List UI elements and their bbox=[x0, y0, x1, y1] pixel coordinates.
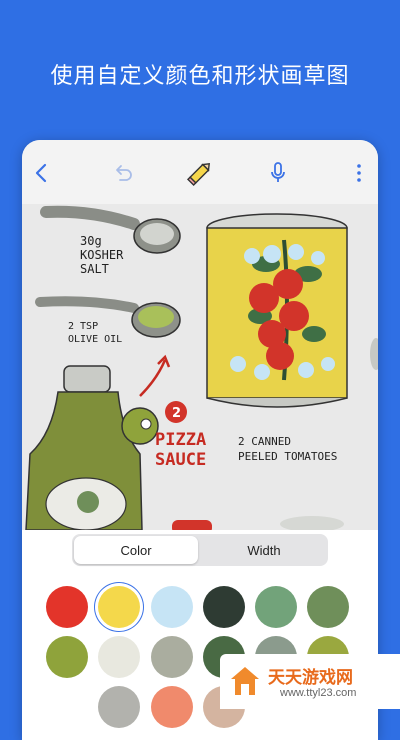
sketch-illustration: 2 bbox=[25, 205, 378, 530]
tab-color[interactable]: Color bbox=[74, 536, 198, 564]
canned-tomatoes-label: 2 CANNED PEELED TOMATOES bbox=[238, 435, 338, 463]
color-width-segmented-control: Color Width bbox=[72, 534, 328, 566]
undo-button[interactable] bbox=[108, 158, 138, 188]
tab-width[interactable]: Width bbox=[202, 536, 326, 564]
back-button[interactable] bbox=[26, 158, 56, 188]
color-swatch[interactable] bbox=[98, 586, 140, 628]
toolbar bbox=[22, 140, 378, 204]
color-swatch[interactable] bbox=[98, 636, 140, 678]
color-swatch[interactable] bbox=[98, 686, 140, 728]
color-swatch[interactable] bbox=[151, 636, 193, 678]
undo-icon bbox=[116, 165, 132, 181]
watermark-banner: 天天游戏网 www.ttyl23.com bbox=[220, 654, 400, 709]
color-swatch[interactable] bbox=[307, 586, 349, 628]
kosher-salt-label: 30g KOSHER SALT bbox=[80, 234, 124, 276]
pencil-icon bbox=[186, 163, 210, 187]
more-vertical-icon bbox=[357, 164, 361, 182]
microphone-button[interactable] bbox=[263, 158, 293, 188]
watermark-title: 天天游戏网 bbox=[268, 668, 353, 688]
more-options-button[interactable] bbox=[344, 158, 374, 188]
color-swatch[interactable] bbox=[46, 586, 88, 628]
pencil-tool-button[interactable] bbox=[185, 158, 215, 188]
olive-oil-label: 2 TSP OLIVE OIL bbox=[68, 321, 123, 345]
color-swatch[interactable] bbox=[203, 586, 245, 628]
watermark-url: www.ttyl23.com bbox=[280, 687, 357, 699]
pizza-sauce-label: PIZZA SAUCE bbox=[155, 430, 207, 470]
color-swatch[interactable] bbox=[151, 586, 193, 628]
drawing-canvas[interactable]: 2 30g KOSHER SALT 2 TSP OLIVE OIL PIZZA … bbox=[22, 204, 378, 530]
headline: 使用自定义颜色和形状画草图 bbox=[50, 64, 350, 89]
color-swatch[interactable] bbox=[255, 586, 297, 628]
color-swatch[interactable] bbox=[151, 686, 193, 728]
microphone-icon bbox=[271, 162, 285, 182]
chevron-left-icon bbox=[35, 163, 47, 183]
phone-screen: 2 30g KOSHER SALT 2 TSP OLIVE OIL PIZZA … bbox=[22, 140, 378, 740]
house-logo-icon bbox=[231, 667, 259, 695]
step-number-label: 2 bbox=[172, 406, 181, 421]
color-swatch[interactable] bbox=[46, 636, 88, 678]
